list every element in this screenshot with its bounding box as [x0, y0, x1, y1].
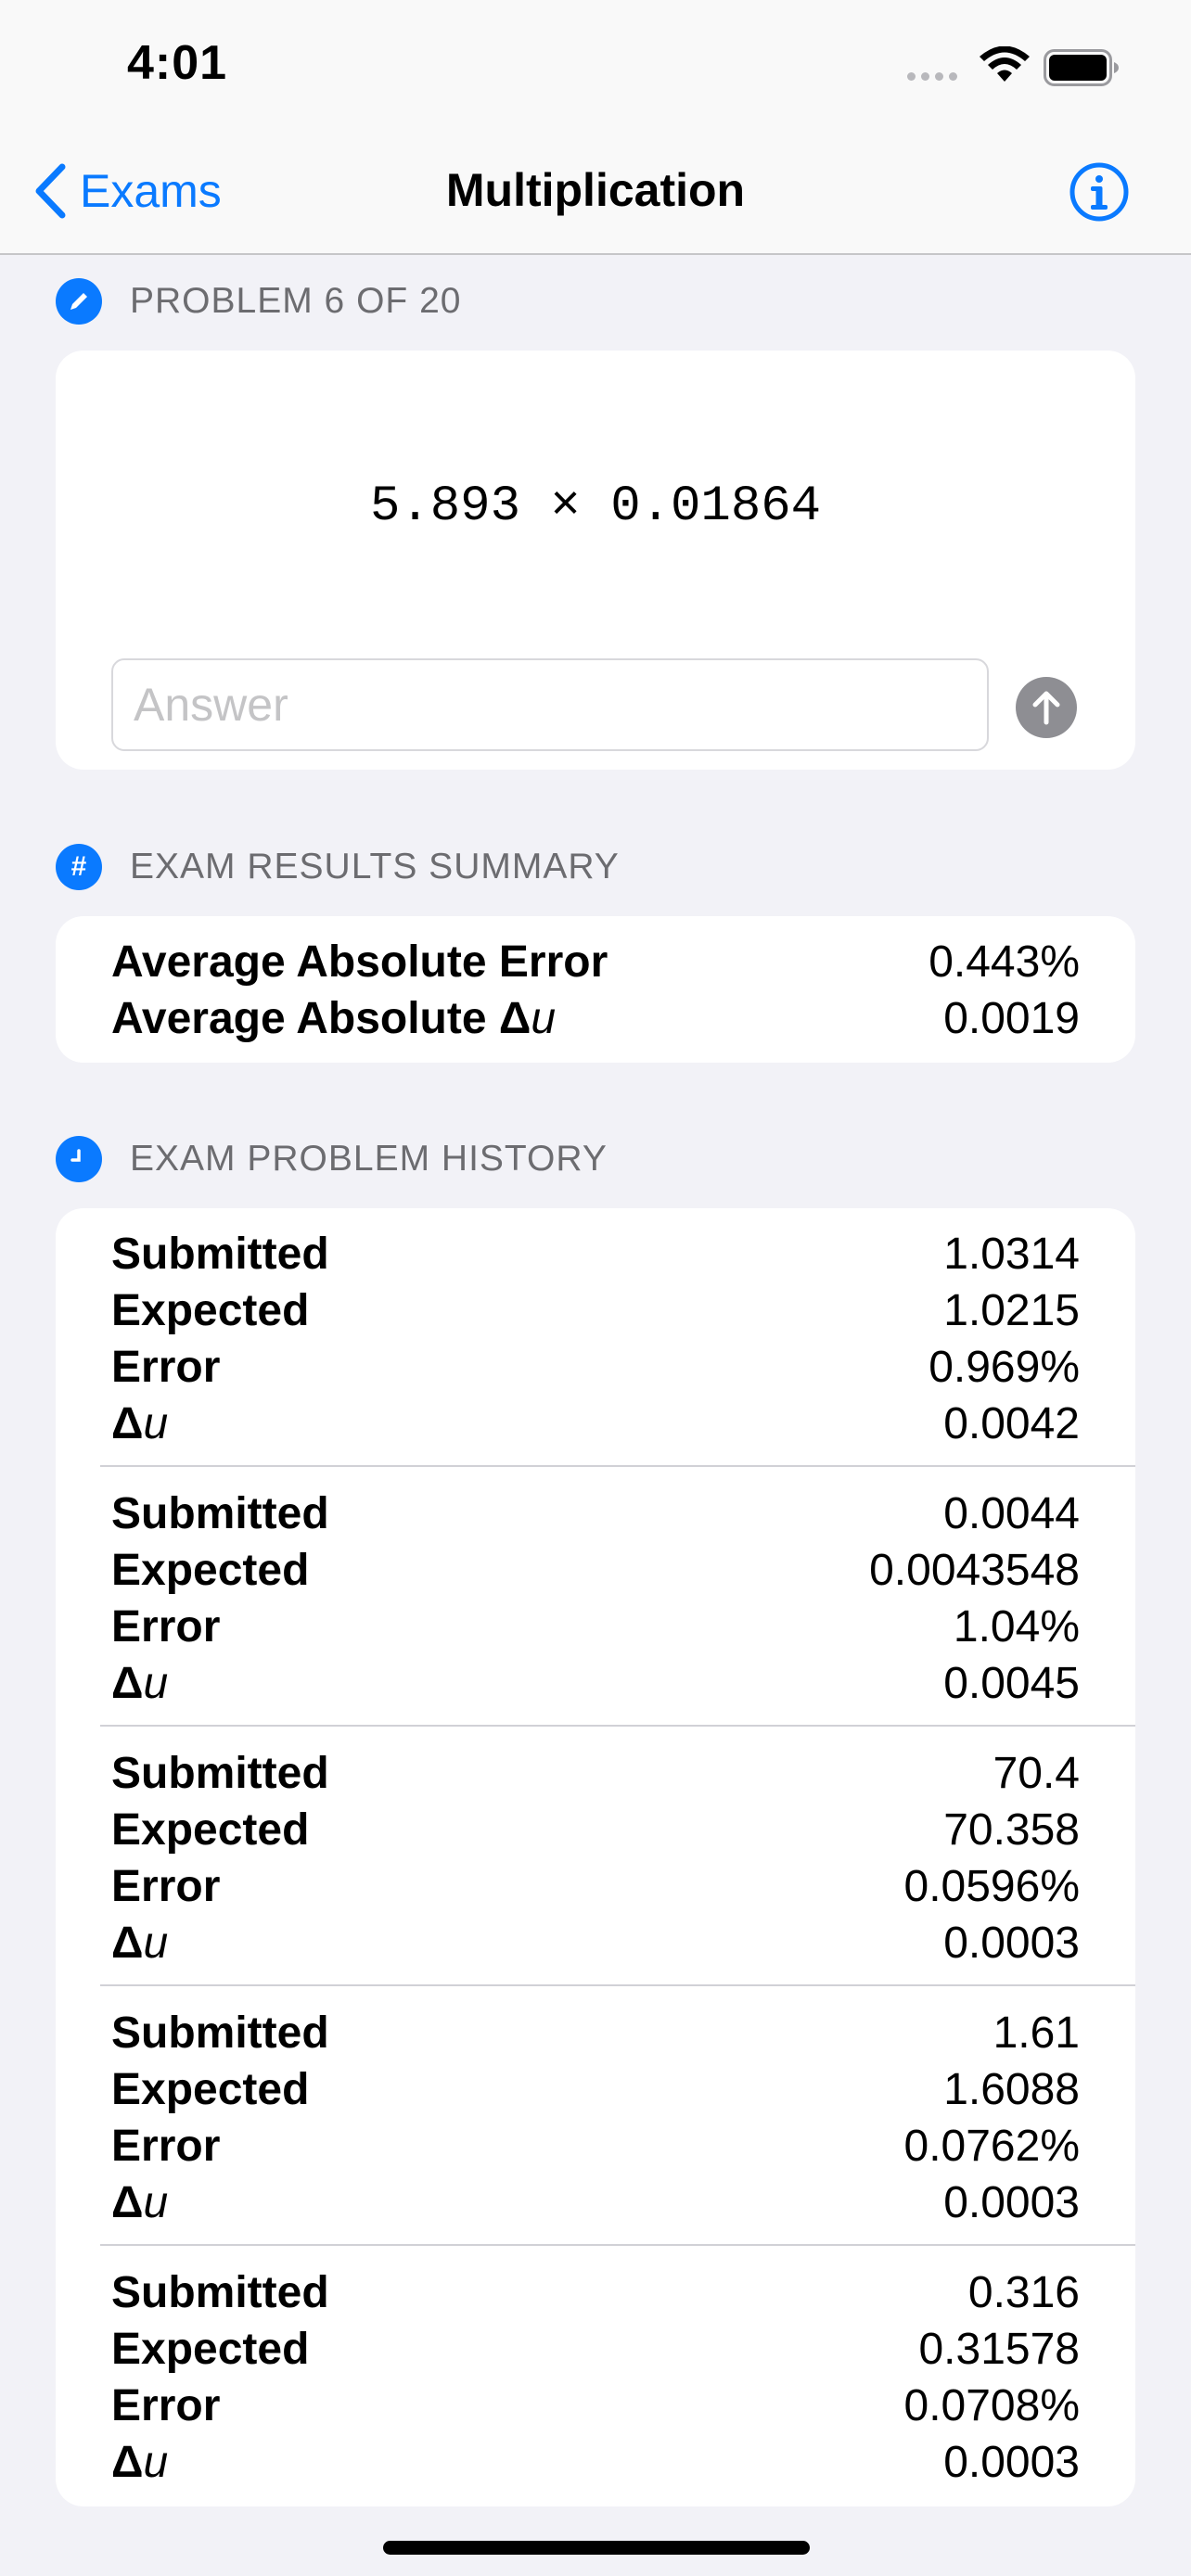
delta-u-row: Δu 0.0003 — [111, 2178, 1080, 2227]
navigation-bar: Exams Multiplication — [0, 139, 1191, 255]
status-bar: 4:01 — [0, 0, 1191, 139]
expected-row: Expected 1.0215 — [111, 1286, 1080, 1335]
wifi-icon — [980, 46, 1030, 82]
page-title: Multiplication — [445, 164, 746, 216]
history-section-title: EXAM PROBLEM HISTORY — [130, 1139, 608, 1179]
summary-section-title: EXAM RESULTS SUMMARY — [130, 847, 620, 886]
clock-icon — [56, 1136, 102, 1182]
delta-u-row: Δu 0.0045 — [111, 1659, 1080, 1708]
summary-row: Average Absolute Δu 0.0019 — [111, 990, 1080, 1047]
divider — [100, 1725, 1135, 1727]
cellular-signal-icon — [907, 72, 957, 81]
submitted-row: Submitted 1.0314 — [111, 1230, 1080, 1279]
summary-value: 0.443% — [928, 937, 1080, 987]
summary-card: Average Absolute Error 0.443% Average Ab… — [56, 916, 1135, 1063]
submitted-row: Submitted 1.61 — [111, 2009, 1080, 2058]
number-sign-icon: # — [56, 844, 102, 890]
problem-section-header: PROBLEM 6 OF 20 — [56, 278, 461, 325]
delta-u-row: Δu 0.0042 — [111, 1399, 1080, 1448]
home-indicator[interactable] — [383, 2541, 810, 2555]
problem-expression: 5.893 × 0.01864 — [369, 478, 822, 535]
summary-label: Average Absolute Error — [111, 937, 608, 987]
error-row: Error 0.0596% — [111, 1862, 1080, 1911]
expected-row: Expected 1.6088 — [111, 2065, 1080, 2114]
submitted-row: Submitted 70.4 — [111, 1749, 1080, 1798]
summary-label: Average Absolute Δu — [111, 994, 557, 1043]
expected-row: Expected 0.31578 — [111, 2325, 1080, 2374]
summary-row: Average Absolute Error 0.443% — [111, 934, 1080, 990]
divider — [100, 2244, 1135, 2246]
delta-u-row: Δu 0.0003 — [111, 2438, 1080, 2487]
error-row: Error 1.04% — [111, 1602, 1080, 1651]
problem-section-title: PROBLEM 6 OF 20 — [130, 281, 462, 321]
submit-answer-button[interactable] — [1016, 677, 1077, 738]
status-time: 4:01 — [127, 36, 228, 90]
summary-section-header: # EXAM RESULTS SUMMARY — [56, 844, 620, 890]
submitted-row: Submitted 0.316 — [111, 2268, 1080, 2317]
error-row: Error 0.969% — [111, 1343, 1080, 1392]
expected-row: Expected 70.358 — [111, 1805, 1080, 1855]
pencil-icon — [56, 278, 102, 325]
submitted-row: Submitted 0.0044 — [111, 1489, 1080, 1538]
answer-input[interactable] — [111, 658, 989, 751]
expected-row: Expected 0.0043548 — [111, 1546, 1080, 1595]
error-row: Error 0.0762% — [111, 2122, 1080, 2171]
arrow-up-icon — [1032, 691, 1060, 725]
history-section-header: EXAM PROBLEM HISTORY — [56, 1136, 608, 1182]
problem-card: 5.893 × 0.01864 — [56, 351, 1135, 770]
error-row: Error 0.0708% — [111, 2381, 1080, 2430]
history-card: Submitted 1.0314 Expected 1.0215 Error 0.96… — [56, 1208, 1135, 2506]
divider — [100, 1984, 1135, 1986]
summary-value: 0.0019 — [943, 994, 1080, 1043]
info-icon[interactable] — [1069, 161, 1130, 223]
delta-u-row: Δu 0.0003 — [111, 1919, 1080, 1968]
divider — [100, 1465, 1135, 1467]
battery-icon — [1044, 49, 1119, 86]
